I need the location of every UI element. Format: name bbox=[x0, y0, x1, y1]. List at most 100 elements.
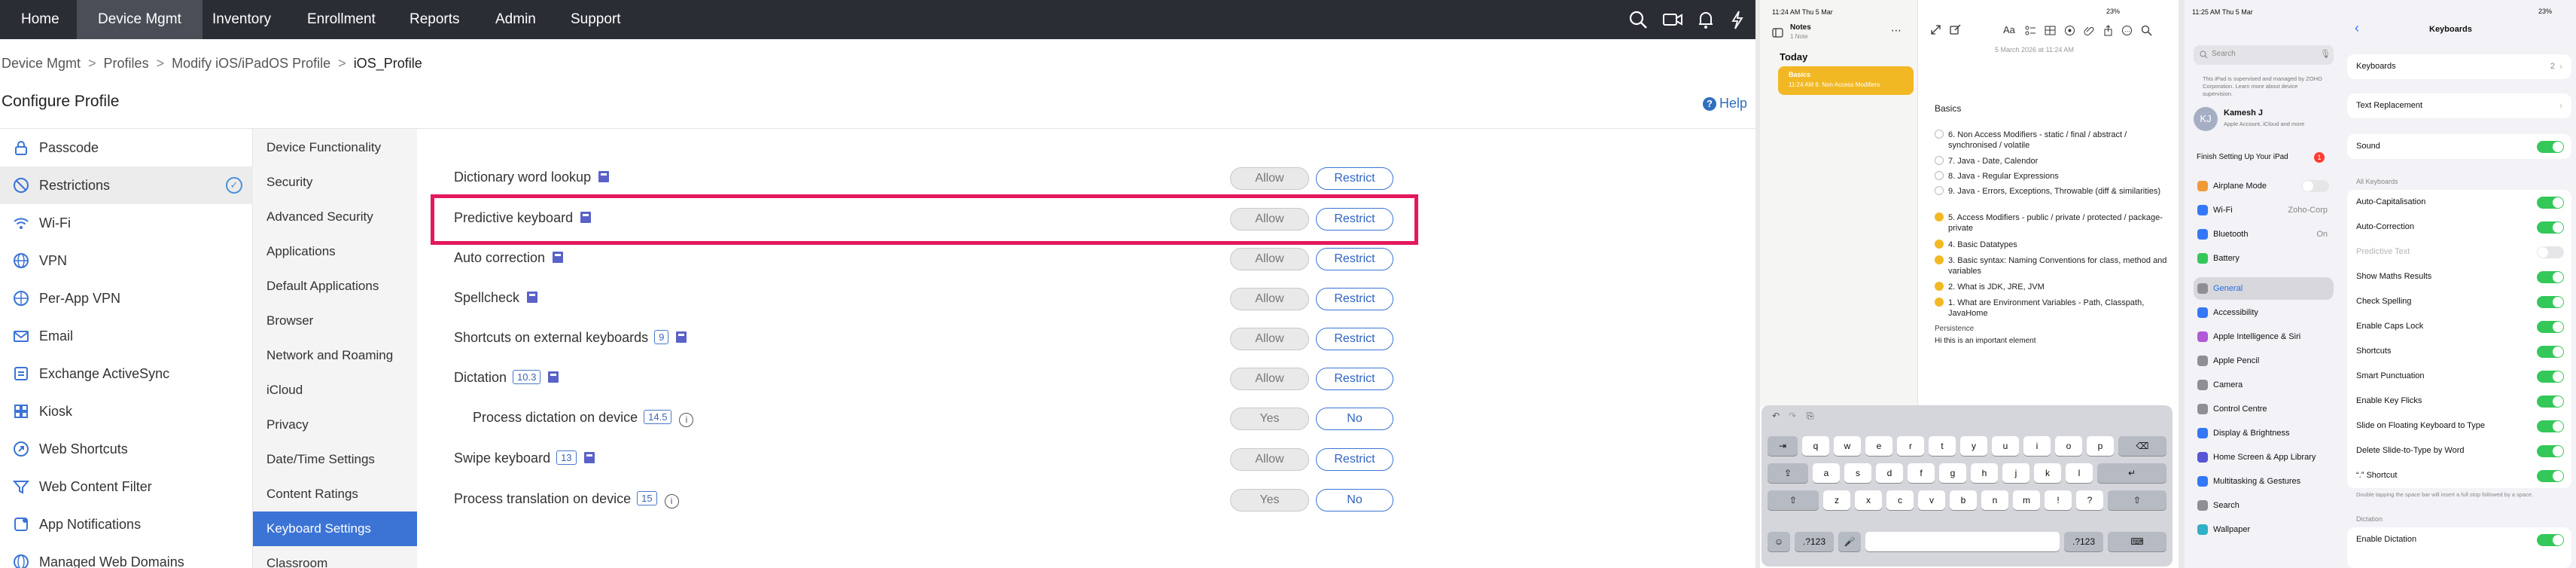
nav-enrollment[interactable]: Enrollment bbox=[286, 0, 397, 39]
undo-icon[interactable]: ↶ bbox=[1772, 411, 1780, 421]
airplane-toggle[interactable] bbox=[2302, 180, 2329, 192]
key[interactable]: c bbox=[1886, 490, 1914, 510]
menu-managed-web-domains[interactable]: Managed Web Domains bbox=[0, 543, 253, 568]
allow-button[interactable]: Allow bbox=[1230, 368, 1309, 390]
sound-row[interactable]: Sound bbox=[2347, 134, 2571, 159]
allow-button[interactable]: Allow bbox=[1230, 248, 1309, 270]
key[interactable]: p bbox=[2087, 436, 2114, 456]
microphone-icon[interactable]: 🎙 bbox=[2320, 49, 2331, 59]
note-card[interactable]: Basics 11:24 AM 6. Non Access Modifiers bbox=[1778, 66, 1914, 95]
checkbox-checked-icon[interactable] bbox=[1935, 255, 1944, 264]
bell-icon[interactable] bbox=[1695, 9, 1716, 30]
toggle-row[interactable]: Smart Punctuation bbox=[2347, 364, 2571, 389]
toggle-switch[interactable] bbox=[2537, 296, 2564, 308]
toggle-switch[interactable] bbox=[2537, 346, 2564, 358]
microphone-key[interactable]: 🎤 bbox=[1838, 532, 1861, 551]
sidebar-item-wallpaper[interactable]: Wallpaper bbox=[2194, 518, 2334, 541]
checkbox-icon[interactable] bbox=[1935, 171, 1944, 180]
number-key[interactable]: .?123 bbox=[1795, 532, 1834, 551]
nav-device-mgmt[interactable]: Device Mgmt bbox=[77, 0, 202, 39]
sidebar-toggle-icon[interactable] bbox=[1772, 27, 1783, 38]
search-icon[interactable] bbox=[1628, 9, 1649, 30]
toggle-switch[interactable] bbox=[2537, 271, 2564, 283]
sidebar-item-apple-intelligence[interactable]: Apple Intelligence & Siri bbox=[2194, 325, 2334, 348]
back-chevron-icon[interactable]: ‹ bbox=[2355, 20, 2359, 36]
key[interactable]: f bbox=[1908, 463, 1935, 483]
caps-lock-key[interactable]: ⇪ bbox=[1768, 463, 1808, 483]
lightning-icon[interactable] bbox=[1727, 9, 1748, 30]
key[interactable]: i bbox=[2023, 436, 2051, 456]
allow-button[interactable]: Allow bbox=[1230, 328, 1309, 350]
delete-key[interactable]: ⌫ bbox=[2118, 436, 2166, 456]
checkbox-icon[interactable] bbox=[1935, 186, 1944, 195]
sidebar-item-bluetooth[interactable]: Bluetooth On bbox=[2194, 223, 2334, 246]
key[interactable]: h bbox=[1971, 463, 1998, 483]
sound-toggle[interactable] bbox=[2537, 141, 2564, 153]
key[interactable]: b bbox=[1950, 490, 1977, 510]
breadcrumb-profiles[interactable]: Profiles bbox=[104, 56, 149, 71]
checkbox-icon[interactable] bbox=[1935, 130, 1944, 139]
dismiss-keyboard-key[interactable]: ⌨ bbox=[2108, 532, 2166, 551]
allow-button[interactable]: Allow bbox=[1230, 448, 1309, 471]
cat-default-applications[interactable]: Default Applications bbox=[253, 269, 417, 304]
restrict-button[interactable]: Restrict bbox=[1316, 328, 1393, 350]
cat-classroom[interactable]: Classroom bbox=[253, 546, 417, 568]
checkbox-checked-icon[interactable] bbox=[1935, 212, 1944, 221]
toggle-switch[interactable] bbox=[2537, 420, 2564, 432]
cat-privacy[interactable]: Privacy bbox=[253, 408, 417, 442]
restrict-button[interactable]: Restrict bbox=[1316, 368, 1393, 390]
space-bar[interactable] bbox=[1865, 532, 2060, 551]
compose-icon[interactable] bbox=[1950, 24, 1961, 35]
sidebar-item-display[interactable]: Display & Brightness bbox=[2194, 422, 2334, 444]
sidebar-item-home-screen[interactable]: Home Screen & App Library bbox=[2194, 446, 2334, 469]
sidebar-item-apple-pencil[interactable]: Apple Pencil bbox=[2194, 350, 2334, 372]
key[interactable]: w bbox=[1834, 436, 1861, 456]
menu-web-content-filter[interactable]: Web Content Filter bbox=[0, 468, 253, 505]
key[interactable]: y bbox=[1960, 436, 1987, 456]
sidebar-item-wifi[interactable]: Wi-Fi Zoho-Corp bbox=[2194, 199, 2334, 221]
finish-setup-row[interactable]: Finish Setting Up Your iPad 1 bbox=[2194, 146, 2334, 169]
cat-applications[interactable]: Applications bbox=[253, 234, 417, 269]
cat-advanced-security[interactable]: Advanced Security bbox=[253, 200, 417, 234]
menu-vpn[interactable]: VPN bbox=[0, 242, 253, 279]
toggle-row[interactable]: Show Maths Results bbox=[2347, 264, 2571, 289]
restrict-button[interactable]: Restrict bbox=[1316, 288, 1393, 310]
toggle-switch[interactable] bbox=[2537, 395, 2564, 408]
cat-keyboard-settings[interactable]: Keyboard Settings bbox=[253, 512, 417, 546]
cat-security[interactable]: Security bbox=[253, 165, 417, 200]
toggle-row[interactable]: Check Spelling bbox=[2347, 289, 2571, 314]
key[interactable]: ? bbox=[2076, 490, 2103, 510]
key[interactable]: m bbox=[2013, 490, 2040, 510]
sidebar-item-airplane-mode[interactable]: Airplane Mode bbox=[2194, 175, 2334, 197]
menu-passcode[interactable]: Passcode bbox=[0, 129, 253, 166]
lock-note-icon[interactable]: ⋯ bbox=[2121, 25, 2133, 36]
restrict-button[interactable]: Restrict bbox=[1316, 448, 1393, 471]
key[interactable]: e bbox=[1865, 436, 1892, 456]
redo-icon[interactable]: ↷ bbox=[1789, 411, 1796, 421]
toggle-row[interactable]: Auto-Correction bbox=[2347, 215, 2571, 240]
menu-restrictions[interactable]: Restrictions ✓ bbox=[0, 166, 253, 204]
key[interactable]: u bbox=[1992, 436, 2019, 456]
key[interactable]: d bbox=[1876, 463, 1903, 483]
table-icon[interactable] bbox=[2045, 25, 2056, 36]
note-line[interactable]: Hi this is an important element bbox=[1935, 337, 2036, 345]
menu-app-notifications[interactable]: App Notifications bbox=[0, 505, 253, 543]
checklist-icon[interactable] bbox=[2025, 25, 2036, 36]
toggle-switch[interactable] bbox=[2537, 221, 2564, 234]
info-icon[interactable]: i bbox=[664, 494, 679, 508]
menu-per-app-vpn[interactable]: Per-App VPN bbox=[0, 279, 253, 317]
nav-support[interactable]: Support bbox=[550, 0, 642, 39]
toggle-switch[interactable] bbox=[2537, 534, 2564, 546]
menu-wifi[interactable]: Wi-Fi bbox=[0, 204, 253, 242]
no-button[interactable]: No bbox=[1316, 408, 1393, 430]
checkbox-checked-icon[interactable] bbox=[1935, 298, 1944, 307]
checkbox-checked-icon[interactable] bbox=[1935, 240, 1944, 249]
key[interactable]: ! bbox=[2045, 490, 2072, 510]
cat-browser[interactable]: Browser bbox=[253, 304, 417, 338]
number-key[interactable]: .?123 bbox=[2064, 532, 2103, 551]
menu-exchange[interactable]: Exchange ActiveSync bbox=[0, 355, 253, 392]
sidebar-item-battery[interactable]: Battery bbox=[2194, 247, 2334, 270]
cat-content-ratings[interactable]: Content Ratings bbox=[253, 477, 417, 512]
breadcrumb-device-mgmt[interactable]: Device Mgmt bbox=[2, 56, 81, 71]
text-replacement-row[interactable]: Text Replacement › bbox=[2347, 93, 2571, 118]
